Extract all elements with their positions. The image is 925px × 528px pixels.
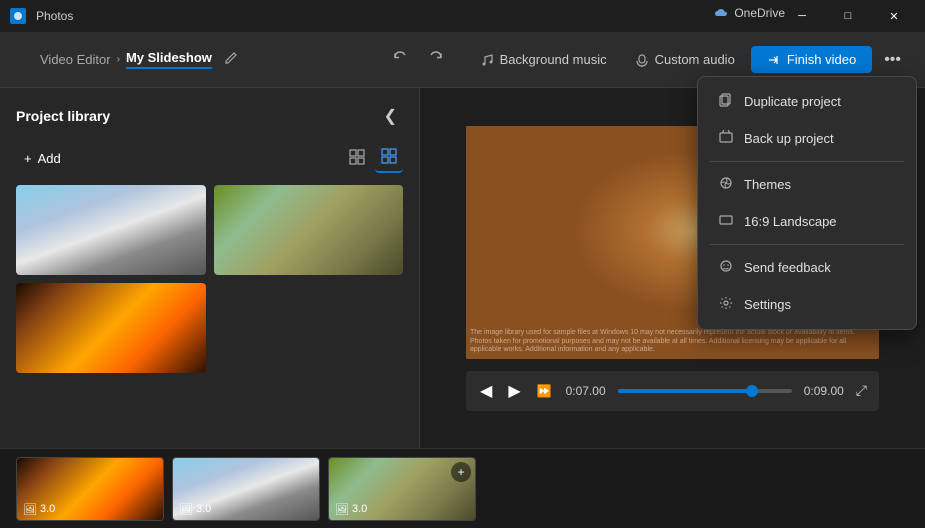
redo-icon: [428, 49, 444, 65]
timeline-icon: 🖼: [23, 503, 37, 516]
app-title: Photos: [36, 9, 73, 23]
timeline-icon: 🖼: [335, 503, 349, 516]
media-item[interactable]: [16, 283, 206, 373]
close-button[interactable]: ✕: [871, 0, 917, 32]
next-frame-button[interactable]: ⏩: [535, 382, 554, 400]
add-label: Add: [38, 151, 61, 166]
project-library-sidebar: Project library ❮ + Add: [0, 88, 420, 448]
maximize-button[interactable]: □: [825, 0, 871, 32]
undo-icon: [392, 49, 408, 65]
sidebar-toolbar: + Add: [16, 144, 403, 173]
titlebar: Photos OneDrive ─ □ ✕: [0, 0, 925, 32]
duplicate-project-label: Duplicate project: [744, 94, 841, 109]
audio-icon: [635, 53, 649, 67]
progress-thumb: [746, 385, 758, 397]
timeline-duration: 3.0: [196, 503, 211, 515]
menu-separator: [710, 244, 904, 245]
themes-item[interactable]: Themes: [702, 166, 912, 203]
media-grid: [16, 185, 403, 373]
breadcrumb-parent[interactable]: Video Editor: [40, 52, 111, 67]
backup-project-item[interactable]: Back up project: [702, 120, 912, 157]
list-view-icon: [381, 148, 397, 164]
landscape-icon: [718, 213, 734, 230]
timeline-item[interactable]: 🖼 3.0: [16, 457, 164, 521]
timeline-item-label: 🖼 3.0: [335, 503, 367, 516]
timeline-strip: 🖼 3.0 🖼 3.0 🖼 3.0 +: [0, 448, 925, 528]
dropdown-menu: Duplicate project Back up project Themes: [697, 76, 917, 330]
onedrive-badge: OneDrive: [712, 6, 785, 20]
app-icon: [8, 6, 28, 26]
menu-separator: [710, 161, 904, 162]
duplicate-project-item[interactable]: Duplicate project: [702, 83, 912, 120]
themes-icon: [718, 176, 734, 193]
collapse-sidebar-button[interactable]: ❮: [378, 104, 403, 128]
duplicate-icon: [718, 93, 734, 110]
view-toggle: [343, 144, 403, 173]
breadcrumb-separator: ›: [117, 54, 120, 65]
timeline-duration: 3.0: [40, 503, 55, 515]
sidebar-title: Project library: [16, 108, 110, 124]
redo-button[interactable]: [420, 45, 452, 74]
breadcrumb-current: My Slideshow: [126, 50, 212, 69]
feedback-icon: [718, 259, 734, 276]
timeline-icon: 🖼: [179, 503, 193, 516]
finish-video-button[interactable]: Finish video: [751, 46, 872, 73]
add-icon: +: [24, 151, 32, 166]
play-pause-button[interactable]: ▶: [506, 379, 522, 403]
previous-frame-button[interactable]: ◀: [478, 379, 494, 403]
landscape-item[interactable]: 16:9 Landscape: [702, 203, 912, 240]
toolbar-actions: Background music Custom audio Finish vid…: [468, 45, 909, 75]
background-music-label: Background music: [500, 52, 607, 67]
finish-video-label: Finish video: [787, 52, 856, 67]
progress-fill: [618, 389, 752, 393]
titlebar-left: Photos: [8, 6, 73, 26]
media-item[interactable]: [214, 185, 404, 275]
undo-button[interactable]: [384, 45, 416, 74]
add-to-timeline-button[interactable]: +: [451, 462, 471, 482]
timeline-duration: 3.0: [352, 503, 367, 515]
grid-view-icon: [349, 149, 365, 165]
settings-label: Settings: [744, 297, 791, 312]
total-time: 0:09.00: [804, 384, 844, 398]
minimize-button[interactable]: ─: [779, 0, 825, 32]
themes-label: Themes: [744, 177, 791, 192]
timeline-item-label: 🖼 3.0: [179, 503, 211, 516]
cloud-icon: [712, 7, 728, 19]
breadcrumb: Video Editor › My Slideshow: [40, 50, 212, 69]
settings-icon: [718, 296, 734, 313]
pencil-icon: [224, 51, 238, 65]
fullscreen-button[interactable]: ⤢: [856, 382, 867, 399]
onedrive-label: OneDrive: [734, 6, 785, 20]
undo-redo-buttons: [384, 45, 452, 74]
video-caption: The image library used for sample files …: [470, 329, 875, 354]
landscape-label: 16:9 Landscape: [744, 214, 837, 229]
window-controls[interactable]: ─ □ ✕: [779, 0, 917, 32]
settings-item[interactable]: Settings: [702, 286, 912, 323]
toolbar-left: Video Editor › My Slideshow: [16, 47, 384, 72]
rename-button[interactable]: [220, 47, 242, 72]
custom-audio-label: Custom audio: [655, 52, 735, 67]
current-time: 0:07.00: [566, 384, 606, 398]
export-icon: [767, 53, 781, 67]
timeline-item[interactable]: 🖼 3.0: [172, 457, 320, 521]
backup-project-label: Back up project: [744, 131, 834, 146]
grid-view-button[interactable]: [343, 144, 371, 173]
video-controls: ◀ ▶ ⏩ 0:07.00 0:09.00 ⤢: [466, 371, 879, 411]
sidebar-header: Project library ❮: [16, 104, 403, 128]
music-note-icon: [480, 53, 494, 67]
send-feedback-item[interactable]: Send feedback: [702, 249, 912, 286]
send-feedback-label: Send feedback: [744, 260, 831, 275]
media-item[interactable]: [16, 185, 206, 275]
list-view-button[interactable]: [375, 144, 403, 173]
progress-bar[interactable]: [618, 389, 792, 393]
timeline-item-label: 🖼 3.0: [23, 503, 55, 516]
background-music-button[interactable]: Background music: [468, 46, 619, 73]
custom-audio-button[interactable]: Custom audio: [623, 46, 747, 73]
backup-icon: [718, 130, 734, 147]
add-media-button[interactable]: + Add: [16, 147, 69, 170]
more-options-button[interactable]: •••: [876, 45, 909, 75]
timeline-item[interactable]: 🖼 3.0 +: [328, 457, 476, 521]
